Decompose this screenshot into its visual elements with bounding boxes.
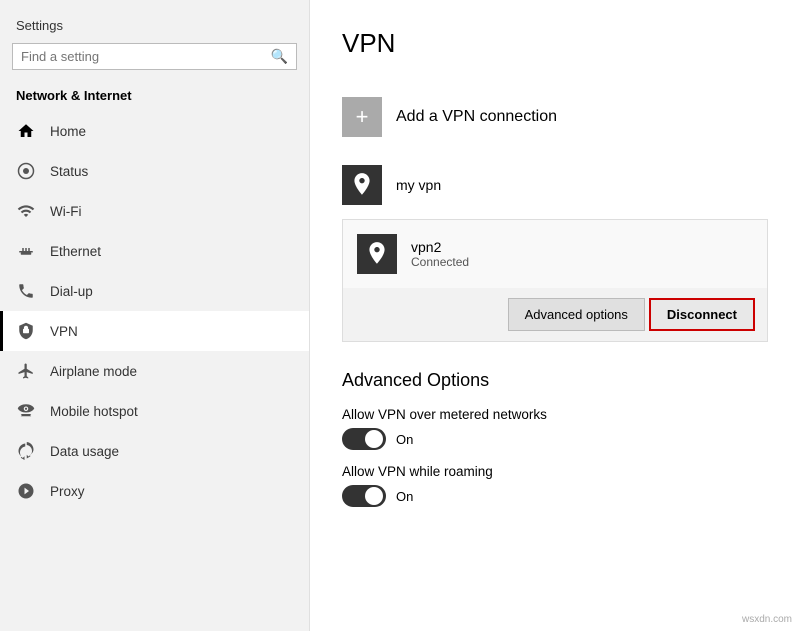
vpn-item-myvpn[interactable]: my vpn (342, 151, 768, 219)
toggle-row-metered: Allow VPN over metered networks On (342, 407, 768, 450)
status-icon (16, 161, 36, 181)
dialup-icon (16, 281, 36, 301)
ethernet-icon (16, 241, 36, 261)
toggle-label-metered: Allow VPN over metered networks (342, 407, 768, 422)
search-icon[interactable]: 🔍 (271, 48, 288, 65)
add-vpn-item[interactable]: + Add a VPN connection (342, 83, 768, 151)
toggle-state-metered: On (396, 432, 413, 447)
sidebar-item-label: Dial-up (50, 284, 93, 299)
page-title: VPN (342, 28, 768, 59)
sidebar-item-label: Ethernet (50, 244, 101, 259)
sidebar-item-label: Data usage (50, 444, 119, 459)
home-icon (16, 121, 36, 141)
add-vpn-icon-box: + (342, 97, 382, 137)
proxy-icon (16, 481, 36, 501)
sidebar-item-home[interactable]: Home (0, 111, 309, 151)
hotspot-icon (16, 401, 36, 421)
add-vpn-label: Add a VPN connection (396, 108, 557, 126)
toggle-thumb-roaming (365, 487, 383, 505)
vpn-status-vpn2: Connected (411, 255, 469, 269)
sidebar-item-airplane[interactable]: Airplane mode (0, 351, 309, 391)
toggle-state-roaming: On (396, 489, 413, 504)
sidebar-item-label: VPN (50, 324, 78, 339)
wifi-icon (16, 201, 36, 221)
sidebar-item-vpn[interactable]: VPN (0, 311, 309, 351)
vpn2-inner[interactable]: vpn2 Connected (343, 234, 767, 288)
vpn-connected-block: vpn2 Connected Advanced options Disconne… (342, 219, 768, 342)
vpn-icon-box-myvpn (342, 165, 382, 205)
app-title: Settings (0, 10, 309, 43)
sidebar-item-label: Status (50, 164, 88, 179)
vpn-icon-box-vpn2 (357, 234, 397, 274)
sidebar-item-dialup[interactable]: Dial-up (0, 271, 309, 311)
toggle-thumb-metered (365, 430, 383, 448)
sidebar-item-label: Proxy (50, 484, 85, 499)
vpn-name-vpn2: vpn2 (411, 239, 469, 255)
watermark: wsxdn.com (742, 614, 792, 625)
sidebar-item-proxy[interactable]: Proxy (0, 471, 309, 511)
toggle-label-roaming: Allow VPN while roaming (342, 464, 768, 479)
sidebar-item-label: Wi-Fi (50, 204, 81, 219)
sidebar-item-datausage[interactable]: Data usage (0, 431, 309, 471)
search-input[interactable] (21, 49, 271, 64)
vpn-info-myvpn: my vpn (396, 177, 441, 193)
vpn-icon-myvpn (349, 172, 375, 198)
vpn-info-vpn2: vpn2 Connected (411, 239, 469, 269)
sidebar-item-label: Home (50, 124, 86, 139)
toggle-wrap-roaming: On (342, 485, 768, 507)
sidebar-item-status[interactable]: Status (0, 151, 309, 191)
datausage-icon (16, 441, 36, 461)
vpn-icon-vpn2 (364, 241, 390, 267)
plus-icon: + (356, 106, 369, 128)
airplane-icon (16, 361, 36, 381)
section-title: Network & Internet (0, 82, 309, 111)
vpn-nav-icon (16, 321, 36, 341)
main-content: VPN + Add a VPN connection my vpn vpn2 C… (310, 0, 800, 631)
sidebar: Settings 🔍 Network & Internet Home Statu… (0, 0, 310, 631)
advanced-options-button[interactable]: Advanced options (508, 298, 645, 331)
vpn-actions: Advanced options Disconnect (343, 288, 767, 341)
sidebar-item-hotspot[interactable]: Mobile hotspot (0, 391, 309, 431)
toggle-wrap-metered: On (342, 428, 768, 450)
advanced-options-title: Advanced Options (342, 370, 768, 391)
disconnect-button[interactable]: Disconnect (649, 298, 755, 331)
sidebar-item-label: Airplane mode (50, 364, 137, 379)
sidebar-item-wifi[interactable]: Wi-Fi (0, 191, 309, 231)
toggle-row-roaming: Allow VPN while roaming On (342, 464, 768, 507)
vpn-name-myvpn: my vpn (396, 177, 441, 193)
toggle-metered[interactable] (342, 428, 386, 450)
search-box[interactable]: 🔍 (12, 43, 297, 70)
toggle-roaming[interactable] (342, 485, 386, 507)
sidebar-item-ethernet[interactable]: Ethernet (0, 231, 309, 271)
sidebar-item-label: Mobile hotspot (50, 404, 138, 419)
